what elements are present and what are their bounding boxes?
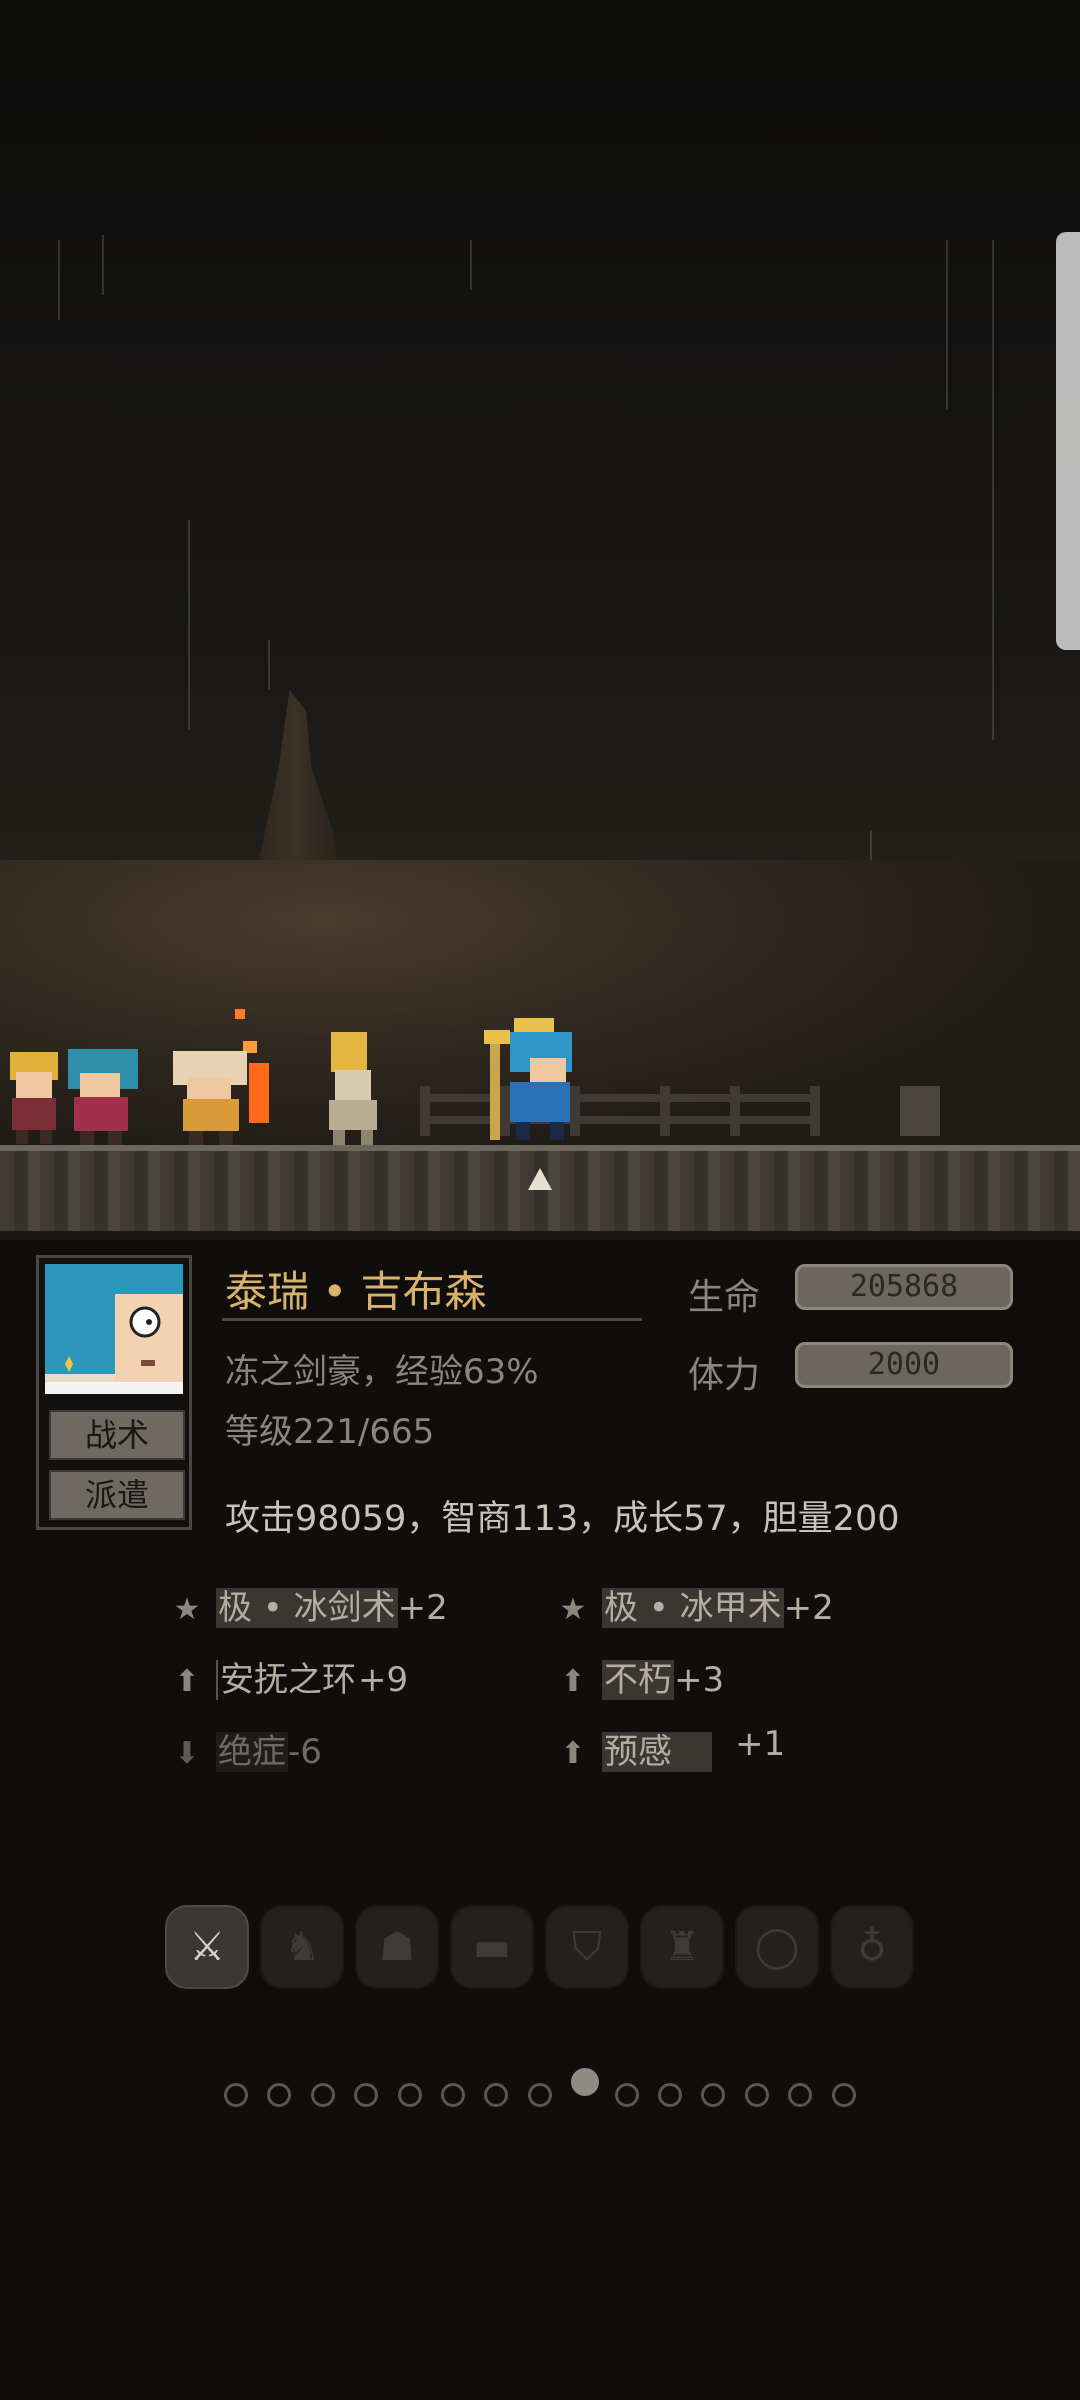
hero-fire-mage-sprite — [173, 1009, 269, 1145]
star-icon: ★ — [173, 1592, 201, 1627]
hp-label: 生命 — [688, 1277, 761, 1318]
star-icon: ★ — [559, 1592, 587, 1627]
hero-name: 泰瑞 • 吉布森 — [225, 1267, 487, 1316]
page-dot[interactable] — [615, 2083, 639, 2107]
hero-teal-girl-sprite — [68, 1049, 138, 1145]
dispatch-button[interactable]: 派遣 — [49, 1470, 185, 1520]
page-dot[interactable] — [528, 2083, 552, 2107]
stamina-label: 体力 — [688, 1355, 761, 1396]
equipment-slot-armor[interactable]: ♜ — [640, 1905, 724, 1989]
equipment-slot-potion[interactable]: ♁ — [830, 1905, 914, 1989]
page-dot[interactable] — [745, 2083, 769, 2107]
equipment-slot-vehicle[interactable]: ▬ — [450, 1905, 534, 1989]
page-dot[interactable] — [267, 2083, 291, 2107]
hero-blue-swordsman-sprite — [484, 1018, 572, 1140]
hero-skeleton-sprite — [329, 1032, 377, 1145]
page-dot[interactable] — [832, 2083, 856, 2107]
page-dot[interactable] — [311, 2083, 335, 2107]
page-dot-active[interactable] — [571, 2068, 599, 2096]
hero-portrait — [45, 1264, 183, 1394]
hero-level: 等级221/665 — [225, 1412, 435, 1452]
page-dot[interactable] — [224, 2083, 248, 2107]
skill-right-3[interactable]: ⬆ 预感 — [558, 1724, 712, 1773]
hero-blonde-sprite — [10, 1052, 58, 1144]
equipment-slot-boots[interactable]: ♞ — [260, 1905, 344, 1989]
equipment-slot-helmet[interactable]: ☗ — [355, 1905, 439, 1989]
arrow-down-icon: ⬇ — [174, 1736, 200, 1771]
skill-left-3[interactable]: ⬇ 绝症-6 — [172, 1724, 322, 1773]
armor-icon: ♜ — [664, 1924, 700, 1970]
page-dot[interactable] — [354, 2083, 378, 2107]
shield-icon: ⛉ — [572, 1924, 602, 1970]
name-divider — [222, 1318, 642, 1321]
page-dot[interactable] — [658, 2083, 682, 2107]
game-scene — [0, 0, 1080, 1240]
skill-right-3-bonus: +1 — [735, 1724, 786, 1764]
hp-bar: 205868 — [795, 1264, 1013, 1310]
arrow-up-icon: ⬆ — [174, 1664, 200, 1699]
skill-right-2[interactable]: ⬆ 不朽+3 — [558, 1652, 724, 1701]
helmet-icon: ☗ — [379, 1924, 415, 1970]
page-dot[interactable] — [484, 2083, 508, 2107]
skill-left-1[interactable]: ★ 极 • 冰剑术+2 — [172, 1580, 448, 1629]
side-scroll-handle[interactable] — [1056, 232, 1080, 650]
equipment-slot-shield[interactable]: ⛉ — [545, 1905, 629, 1989]
selected-hero-marker-icon — [528, 1168, 552, 1190]
page-dot[interactable] — [441, 2083, 465, 2107]
equipment-slot-weapon[interactable]: ⚔ — [165, 1905, 249, 1989]
stamina-bar: 2000 — [795, 1342, 1013, 1388]
tactics-button[interactable]: 战术 — [49, 1410, 185, 1460]
potion-icon: ♁ — [857, 1924, 887, 1970]
hero-portrait-card[interactable]: 战术 派遣 — [36, 1255, 192, 1530]
hero-title: 冻之剑豪，经验63% — [225, 1352, 539, 1392]
hero-stats: 攻击98059，智商113，成长57，胆量200 — [225, 1499, 900, 1539]
tank-icon: ▬ — [473, 1924, 511, 1970]
sword-icon: ⚔ — [189, 1924, 225, 1970]
equipment-slot-ring[interactable]: ◯ — [735, 1905, 819, 1989]
page-dot[interactable] — [398, 2083, 422, 2107]
ring-icon: ◯ — [754, 1924, 800, 1970]
boot-icon: ♞ — [284, 1924, 320, 1970]
arrow-up-icon: ⬆ — [560, 1736, 586, 1771]
skill-right-1[interactable]: ★ 极 • 冰甲术+2 — [558, 1580, 834, 1629]
skill-left-2[interactable]: ⬆ 安抚之环+9 — [172, 1652, 408, 1701]
arrow-up-icon: ⬆ — [560, 1664, 586, 1699]
page-dot[interactable] — [788, 2083, 812, 2107]
page-dot[interactable] — [701, 2083, 725, 2107]
